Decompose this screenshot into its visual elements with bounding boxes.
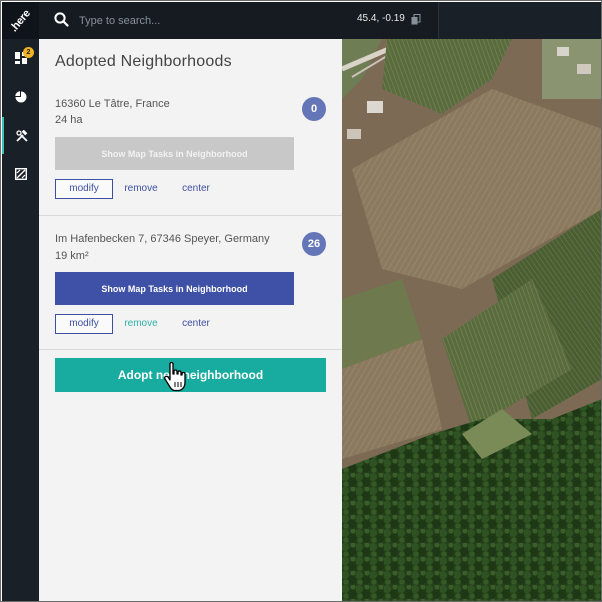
rail-item-statistics[interactable] (2, 78, 39, 115)
center-button[interactable]: center (179, 179, 213, 199)
neighborhood-address: Im Hafenbecken 7, 67346 Speyer, Germany (55, 233, 270, 245)
neighborhood-address: 16360 Le Tâtre, France (55, 98, 170, 110)
rail-item-map-tasks[interactable] (2, 155, 39, 192)
coordinates-readout: 45.4, -0.19 (357, 13, 405, 24)
search-input[interactable] (79, 12, 329, 30)
adopt-neighborhood-button[interactable]: Adopt new neighborhood (55, 358, 326, 392)
task-count-badge: 26 (302, 232, 326, 256)
logo-text: .here (7, 7, 34, 34)
remove-button[interactable]: remove (123, 179, 159, 199)
panel-title: Adopted Neighborhoods (55, 53, 232, 70)
search-icon[interactable] (54, 12, 69, 27)
rail-item-tools[interactable] (2, 117, 39, 154)
here-logo[interactable]: .here (2, 2, 39, 39)
modify-button[interactable]: modify (55, 179, 113, 199)
map-tile-icon (14, 167, 27, 180)
neighborhood-card: 16360 Le Tâtre, France 24 ha 0 Show Map … (39, 89, 342, 216)
neighborhood-area: 24 ha (55, 114, 83, 126)
neighborhood-card: Im Hafenbecken 7, 67346 Speyer, Germany … (39, 216, 342, 350)
adopted-neighborhoods-panel: Adopted Neighborhoods 16360 Le Tâtre, Fr… (39, 39, 342, 601)
copy-icon[interactable] (411, 14, 421, 25)
notification-badge: 2 (23, 47, 34, 58)
show-map-tasks-button[interactable]: Show Map Tasks in Neighborhood (55, 137, 294, 170)
top-bar-right (438, 2, 601, 39)
top-bar: 45.4, -0.19 (39, 2, 438, 39)
show-map-tasks-button[interactable]: Show Map Tasks in Neighborhood (55, 272, 294, 305)
hand-cursor-icon (163, 362, 186, 392)
pie-chart-icon (14, 90, 26, 102)
app-window: .here 2 Type to search... 45.4, -0.19 Ad… (0, 0, 602, 602)
modify-button[interactable]: modify (55, 314, 113, 334)
neighborhood-area: 19 km² (55, 250, 89, 262)
satellite-map[interactable] (342, 39, 601, 601)
task-count-badge: 0 (302, 97, 326, 121)
map-imagery (342, 39, 601, 601)
remove-button[interactable]: remove (123, 314, 159, 334)
left-rail: .here 2 (2, 2, 39, 601)
tools-icon (15, 129, 28, 142)
rail-item-dashboard[interactable]: 2 (2, 39, 39, 76)
center-button[interactable]: center (179, 314, 213, 334)
